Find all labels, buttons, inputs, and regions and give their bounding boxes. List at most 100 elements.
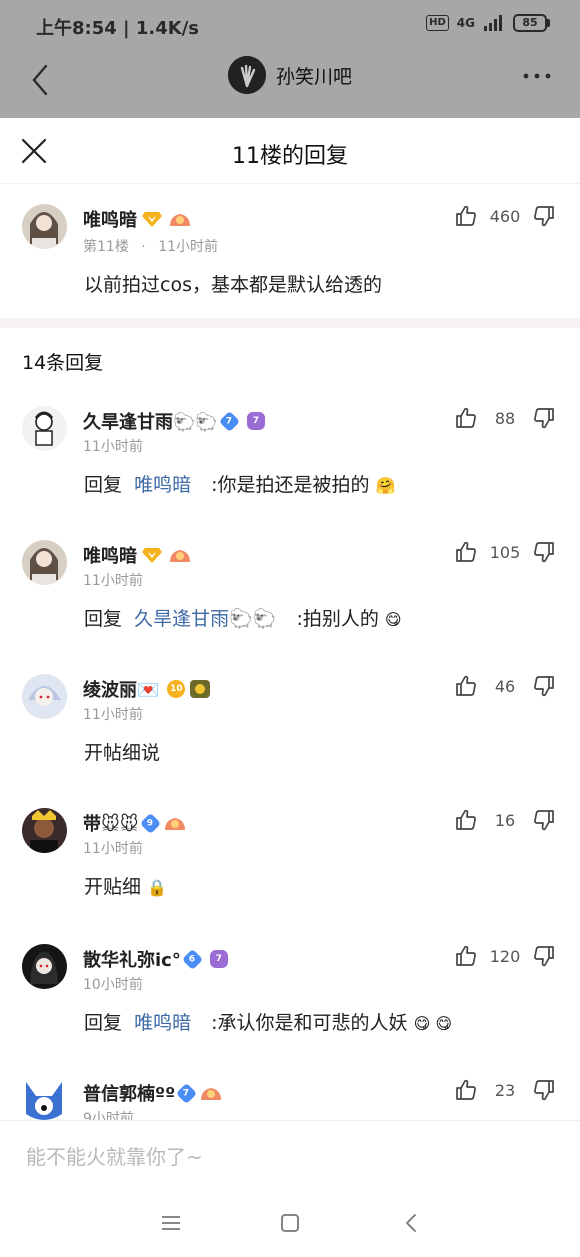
thumbs-up-icon[interactable]	[454, 204, 478, 228]
reply-prefix: 回复	[84, 474, 123, 496]
replies-sheet: 11楼的回复 唯鸣暗 第11楼 · 11小时前 以前拍过cos，基本都是默认给透…	[0, 118, 580, 1257]
level-badge-icon	[170, 550, 190, 562]
floor-label: 第11楼	[83, 239, 129, 255]
comment-text: 开帖细说	[84, 742, 161, 764]
author-name[interactable]: 唯鸣暗	[83, 206, 137, 232]
reply-target-link[interactable]: 唯鸣暗	[134, 474, 191, 496]
list-item: 绫波丽💌 10 11小时前 开帖细说 46	[0, 674, 580, 804]
reply-input[interactable]: 能不能火就靠你了~	[0, 1120, 580, 1188]
level-badge: 6	[181, 948, 203, 970]
author-row: 绫波丽💌 10	[83, 676, 211, 702]
comment-body: 回复 唯鸣暗 :你是拍还是被拍的 🤗	[84, 470, 396, 497]
avatar[interactable]	[22, 204, 67, 249]
avatar[interactable]	[22, 674, 67, 719]
forum-title-group[interactable]: 孙笑川吧	[0, 56, 580, 94]
comment-time: 11小时前	[83, 439, 143, 455]
menu-icon[interactable]	[158, 1210, 184, 1236]
thumbs-down-icon[interactable]	[532, 540, 556, 564]
avatar[interactable]	[22, 540, 67, 585]
author-name[interactable]: 普信郭楠ºº	[83, 1080, 175, 1106]
comment-text: :承认你是和可悲的人妖	[211, 1012, 408, 1034]
reply-target-link[interactable]: 久旱逢甘雨🐑🐑	[134, 608, 276, 630]
thumbs-down-icon[interactable]	[532, 406, 556, 430]
thumbs-down-icon[interactable]	[532, 944, 556, 968]
level-badge: 7	[218, 410, 240, 432]
diamond-badge-icon	[142, 548, 162, 563]
status-icons: HD 4G 85	[426, 14, 550, 32]
author-name[interactable]: 散华礼弥ic°	[83, 946, 181, 972]
more-dots-icon[interactable]	[522, 66, 552, 86]
post-meta: 第11楼 · 11小时前	[83, 236, 218, 256]
author-name[interactable]: 久旱逢甘雨🐑🐑	[83, 408, 218, 434]
level-badge: 9	[139, 812, 161, 834]
emoji: 😋	[384, 610, 402, 629]
author-row: 散华礼弥ic° 6 7	[83, 946, 228, 972]
purple-badge: 7	[246, 412, 265, 430]
comment-text: :拍别人的	[296, 608, 379, 630]
back-nav-icon[interactable]	[398, 1210, 424, 1236]
thumbs-up-icon[interactable]	[454, 540, 478, 564]
section-divider	[0, 318, 580, 328]
level-badge-icon	[164, 818, 185, 830]
like-count: 46	[494, 676, 516, 696]
avatar[interactable]	[22, 1078, 67, 1123]
author-name[interactable]: 带🐭🐭	[83, 810, 139, 836]
vote-controls: 460	[454, 204, 556, 228]
comment-time: 11小时前	[83, 573, 143, 589]
thumbs-up-icon[interactable]	[454, 944, 478, 968]
thumbs-down-icon[interactable]	[532, 808, 556, 832]
list-item: 久旱逢甘雨🐑🐑 7 7 11小时前 回复 唯鸣暗 :你是拍还是被拍的 🤗 88	[0, 406, 580, 536]
level-badge-icon	[201, 1088, 222, 1100]
comment-list: 久旱逢甘雨🐑🐑 7 7 11小时前 回复 唯鸣暗 :你是拍还是被拍的 🤗 88	[0, 398, 580, 1190]
sheet-title: 11楼的回复	[232, 144, 348, 169]
network-type: 4G	[456, 16, 475, 30]
signal-icon	[484, 15, 502, 31]
vote-controls: 105	[454, 540, 556, 564]
author-name[interactable]: 唯鸣暗	[83, 542, 137, 568]
reply-prefix: 回复	[84, 1012, 123, 1034]
thumbs-down-icon[interactable]	[532, 674, 556, 698]
author-row: 久旱逢甘雨🐑🐑 7 7	[83, 408, 265, 434]
emoji: 😋 😋	[413, 1014, 453, 1033]
main-post: 唯鸣暗 第11楼 · 11小时前 以前拍过cos，基本都是默认给透的 460	[0, 184, 580, 318]
comment-time: 11小时前	[83, 841, 143, 857]
replies-count: 14条回复	[22, 352, 104, 374]
author-row: 唯鸣暗	[83, 542, 193, 568]
hd-indicator: HD	[426, 15, 449, 31]
comment-time: 11小时前	[83, 707, 143, 723]
vote-controls: 16	[454, 808, 556, 832]
thumbs-up-icon[interactable]	[454, 808, 478, 832]
post-time: 11小时前	[158, 239, 219, 255]
sheet-header: 11楼的回复	[0, 118, 580, 184]
home-icon[interactable]	[277, 1210, 303, 1236]
thumbs-up-icon[interactable]	[454, 1078, 478, 1102]
like-count: 105	[489, 542, 521, 562]
reply-input-placeholder: 能不能火就靠你了~	[26, 1145, 203, 1169]
like-count: 88	[494, 408, 516, 428]
level-badge-icon	[170, 214, 190, 226]
meta-separator: ·	[141, 239, 146, 255]
level-badge: 7	[176, 1082, 198, 1104]
like-count: 23	[494, 1080, 516, 1100]
list-item: 唯鸣暗 11小时前 回复 久旱逢甘雨🐑🐑 :拍别人的 😋 105	[0, 540, 580, 670]
avatar[interactable]	[22, 944, 67, 989]
sun-badge-icon	[190, 680, 211, 698]
emoji: 🔒	[147, 878, 167, 897]
status-time: 上午8:54 | 1.4K/s	[36, 18, 200, 39]
reply-target-link[interactable]: 唯鸣暗	[134, 1012, 191, 1034]
forum-title: 孙笑川吧	[275, 65, 352, 88]
vote-controls: 120	[454, 944, 556, 968]
diamond-badge-icon	[142, 212, 162, 227]
avatar[interactable]	[22, 406, 67, 451]
avatar[interactable]	[22, 808, 67, 853]
reply-prefix: 回复	[84, 608, 123, 630]
author-row: 普信郭楠ºº 7	[83, 1080, 224, 1106]
thumbs-down-icon[interactable]	[532, 1078, 556, 1102]
author-row: 带🐭🐭 9	[83, 810, 188, 836]
author-name[interactable]: 绫波丽💌	[83, 676, 159, 702]
emoji: 🤗	[375, 476, 396, 495]
level-badge: 10	[167, 680, 186, 698]
thumbs-up-icon[interactable]	[454, 406, 478, 430]
thumbs-down-icon[interactable]	[532, 204, 556, 228]
thumbs-up-icon[interactable]	[454, 674, 478, 698]
